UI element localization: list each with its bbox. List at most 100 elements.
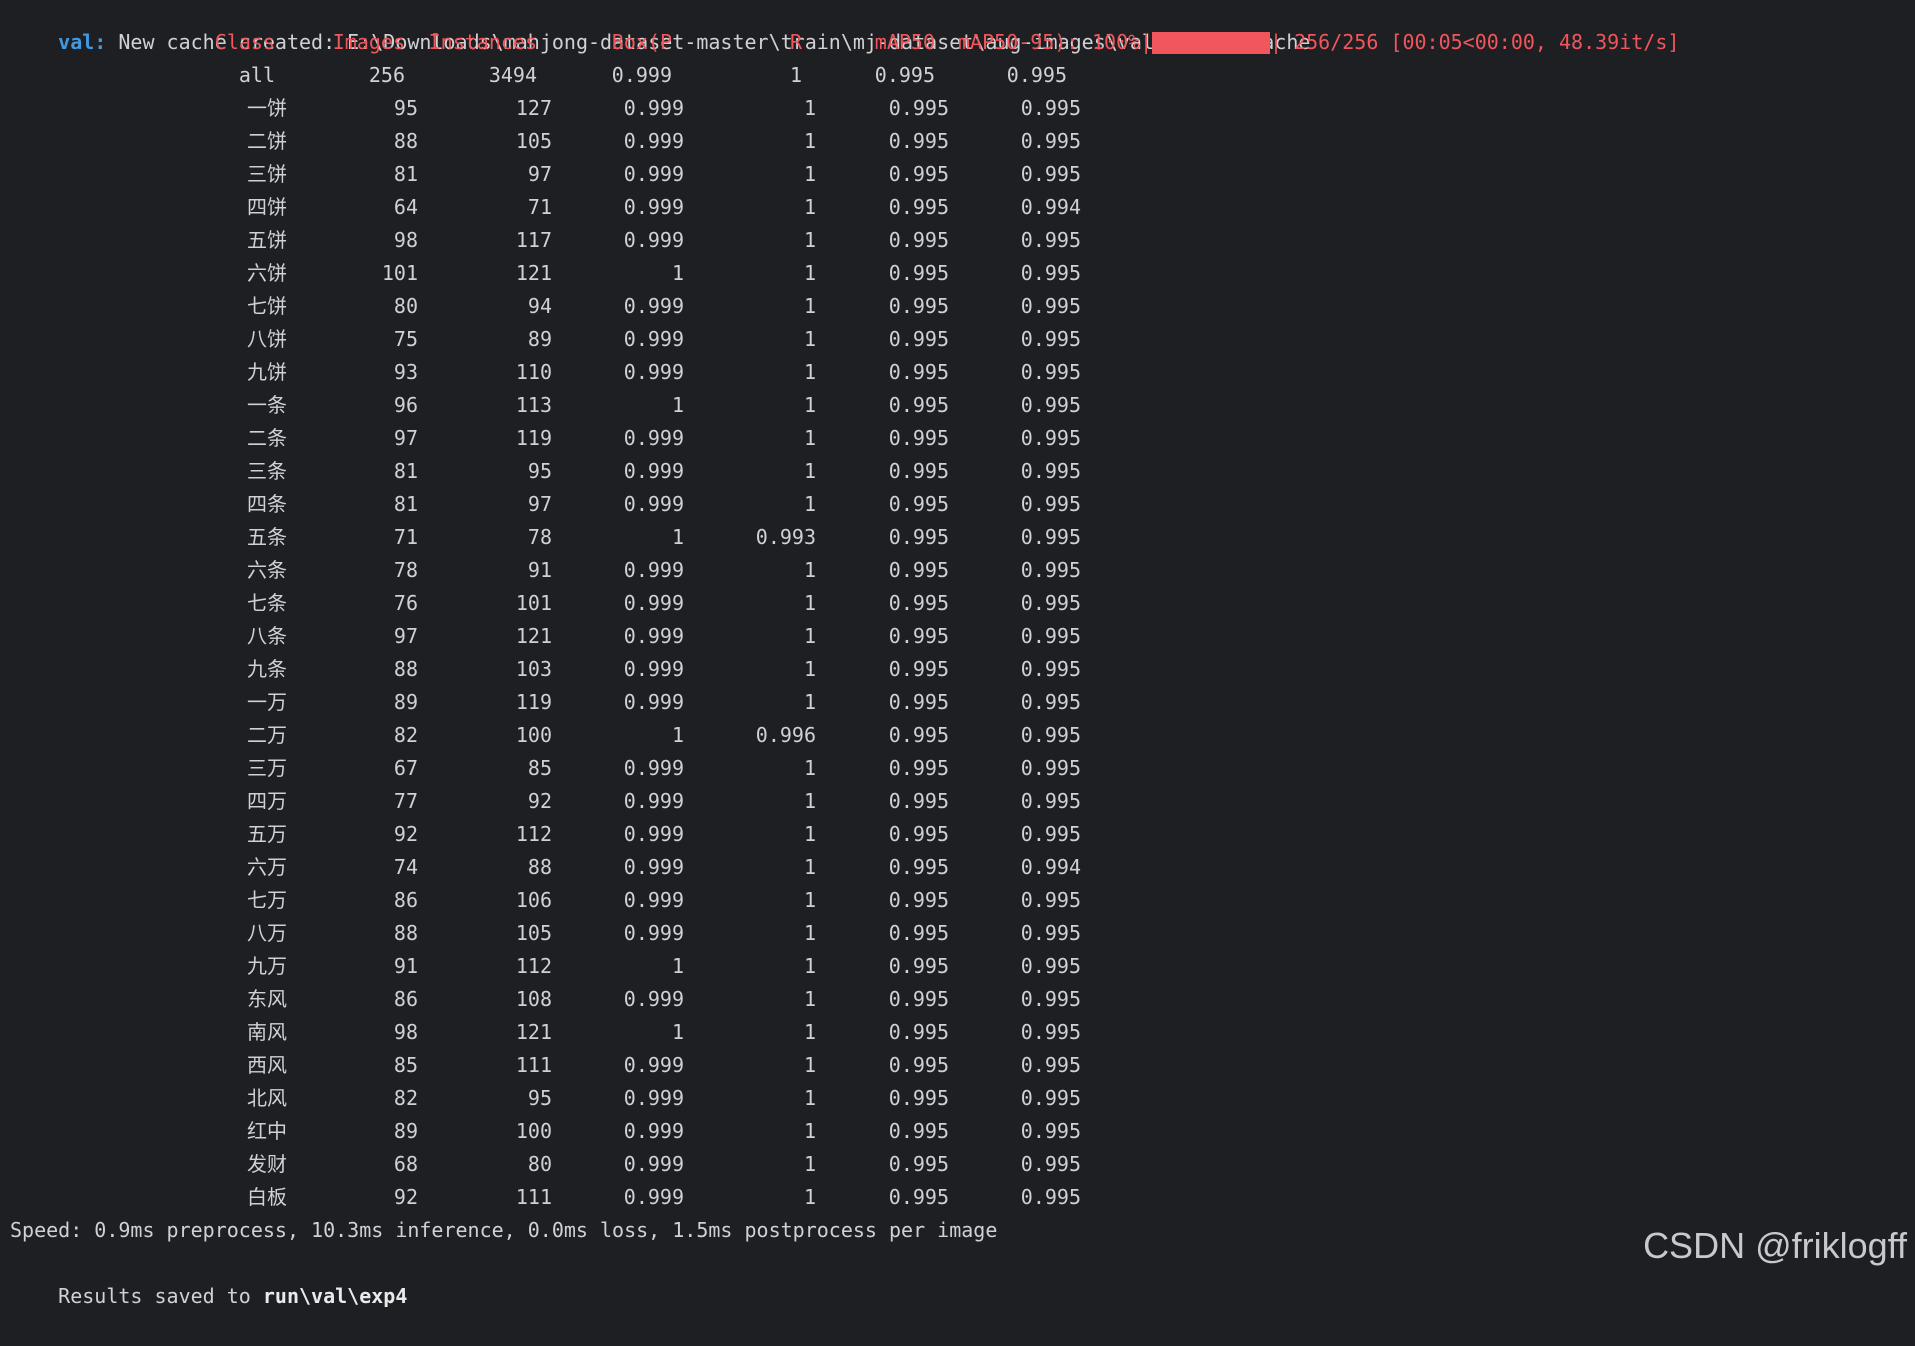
row-instances: 112 [515,822,552,846]
summary-p: 0.999 [611,63,672,87]
row-r: 1 [803,624,816,648]
table-row: 九条 88 103 0.999 1 0.995 0.995 [0,653,1100,686]
row-map50-95: 0.995 [1020,657,1081,681]
row-instances: 121 [515,261,552,285]
row-p: 1 [671,954,684,978]
progress-suffix: | 256/256 [00:05<00:00, 48.39it/s] [1270,30,1680,54]
table-row: 六条 78 91 0.999 1 0.995 0.995 [0,554,1100,587]
row-class: 四万 [247,789,287,813]
table-row: 三饼 81 97 0.999 1 0.995 0.995 [0,158,1100,191]
row-p: 1 [671,393,684,417]
row-map50-95: 0.995 [1020,459,1081,483]
table-row: 三条 81 95 0.999 1 0.995 0.995 [0,455,1100,488]
row-instances: 78 [527,525,552,549]
row-map50-95: 0.995 [1020,1086,1081,1110]
row-p: 0.999 [623,789,684,813]
row-p: 0.999 [623,1053,684,1077]
speed-line: Speed: 0.9ms preprocess, 10.3ms inferenc… [10,1218,998,1242]
row-class: 一条 [247,393,287,417]
row-map50: 0.995 [888,657,949,681]
row-class: 七万 [247,888,287,912]
table-row: 西风 85 111 0.999 1 0.995 0.995 [0,1049,1100,1082]
table-row: 六万 74 88 0.999 1 0.995 0.994 [0,851,1100,884]
row-p: 0.999 [623,822,684,846]
row-instances: 121 [515,1020,552,1044]
row-instances: 89 [527,327,552,351]
results-path: run\val\exp4 [262,1284,408,1308]
table-row: 四万 77 92 0.999 1 0.995 0.995 [0,785,1100,818]
row-images: 82 [393,723,418,747]
table-row: 六饼 101 121 1 1 0.995 0.995 [0,257,1100,290]
row-instances: 100 [515,1119,552,1143]
row-class: 二条 [247,426,287,450]
row-r: 1 [803,591,816,615]
row-map50-95: 0.995 [1020,624,1081,648]
row-r: 1 [803,228,816,252]
row-p: 0.999 [623,129,684,153]
row-class: 白板 [247,1185,287,1209]
row-instances: 117 [515,228,552,252]
row-p: 0.999 [623,294,684,318]
row-instances: 71 [527,195,552,219]
row-map50: 0.995 [888,426,949,450]
summary-row: all 256 3494 0.999 1 0.995 0.995 [0,59,1100,92]
row-map50-95: 0.995 [1020,888,1081,912]
row-class: 八万 [247,921,287,945]
row-p: 1 [671,261,684,285]
row-map50: 0.995 [888,690,949,714]
row-r: 1 [803,426,816,450]
row-images: 92 [393,822,418,846]
row-map50-95: 0.995 [1020,129,1081,153]
row-r: 1 [803,360,816,384]
row-r: 1 [803,987,816,1011]
row-class: 红中 [247,1119,287,1143]
row-map50: 0.995 [888,591,949,615]
row-r: 0.996 [755,723,816,747]
row-map50: 0.995 [888,1086,949,1110]
row-images: 78 [393,558,418,582]
row-instances: 85 [527,756,552,780]
row-instances: 111 [515,1053,552,1077]
row-map50-95: 0.995 [1020,1053,1081,1077]
row-class: 六条 [247,558,287,582]
row-p: 0.999 [623,360,684,384]
row-r: 1 [803,954,816,978]
table-row: 五饼 98 117 0.999 1 0.995 0.995 [0,224,1100,257]
row-class: 九条 [247,657,287,681]
row-class: 五饼 [247,228,287,252]
row-images: 91 [393,954,418,978]
row-class: 八饼 [247,327,287,351]
row-map50-95: 0.995 [1020,756,1081,780]
row-images: 71 [393,525,418,549]
row-images: 64 [393,195,418,219]
row-images: 80 [393,294,418,318]
row-images: 98 [393,228,418,252]
row-class: 八条 [247,624,287,648]
row-map50: 0.995 [888,96,949,120]
header-instances: Instances [428,30,537,54]
row-images: 95 [393,96,418,120]
table-row: 四条 81 97 0.999 1 0.995 0.995 [0,488,1100,521]
row-map50: 0.995 [888,789,949,813]
table-row: 白板 92 111 0.999 1 0.995 0.995 [0,1181,1100,1214]
row-r: 1 [803,690,816,714]
row-r: 1 [803,195,816,219]
table-row: 九万 91 112 1 1 0.995 0.995 [0,950,1100,983]
row-r: 1 [803,1152,816,1176]
row-class: 五条 [247,525,287,549]
row-r: 1 [803,657,816,681]
row-instances: 121 [515,624,552,648]
row-p: 0.999 [623,96,684,120]
row-map50-95: 0.995 [1020,690,1081,714]
header-images: Images [332,30,405,54]
row-map50-95: 0.994 [1020,855,1081,879]
row-instances: 97 [527,162,552,186]
row-map50: 0.995 [888,294,949,318]
row-map50: 0.995 [888,954,949,978]
row-map50: 0.995 [888,1053,949,1077]
row-map50-95: 0.995 [1020,261,1081,285]
row-map50-95: 0.995 [1020,789,1081,813]
row-map50: 0.995 [888,129,949,153]
row-instances: 105 [515,129,552,153]
summary-r: 1 [789,63,802,87]
